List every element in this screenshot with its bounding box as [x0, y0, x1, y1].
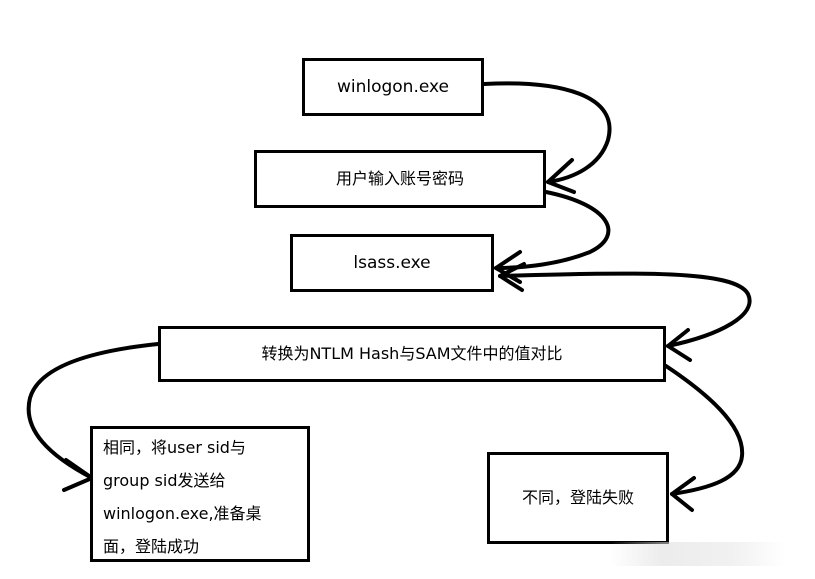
node-compare: 转换为NTLM Hash与SAM文件中的值对比: [158, 326, 666, 382]
node-winlogon: winlogon.exe: [302, 58, 484, 116]
blurred-watermark: [610, 542, 785, 566]
node-fail: 不同，登陆失败: [487, 452, 669, 544]
node-success-text: 相同，将user sid与 group sid发送给 winlogon.exe,…: [103, 431, 262, 563]
node-success-line: 相同，将user sid与: [103, 438, 246, 457]
node-lsass-label: lsass.exe: [353, 252, 431, 273]
node-user-input-label: 用户输入账号密码: [335, 169, 464, 189]
node-success-line: winlogon.exe,准备桌: [103, 504, 262, 523]
node-success-line: group sid发送给: [103, 471, 226, 490]
node-fail-label: 不同，登陆失败: [521, 488, 634, 508]
node-success: 相同，将user sid与 group sid发送给 winlogon.exe,…: [90, 426, 310, 562]
arrow-compare-to-fail: [664, 364, 745, 496]
node-compare-label: 转换为NTLM Hash与SAM文件中的值对比: [261, 344, 563, 364]
node-success-line: 面，登陆成功: [103, 537, 200, 556]
node-lsass: lsass.exe: [290, 234, 494, 292]
node-user-input: 用户输入账号密码: [254, 150, 546, 208]
node-winlogon-label: winlogon.exe: [336, 76, 450, 97]
